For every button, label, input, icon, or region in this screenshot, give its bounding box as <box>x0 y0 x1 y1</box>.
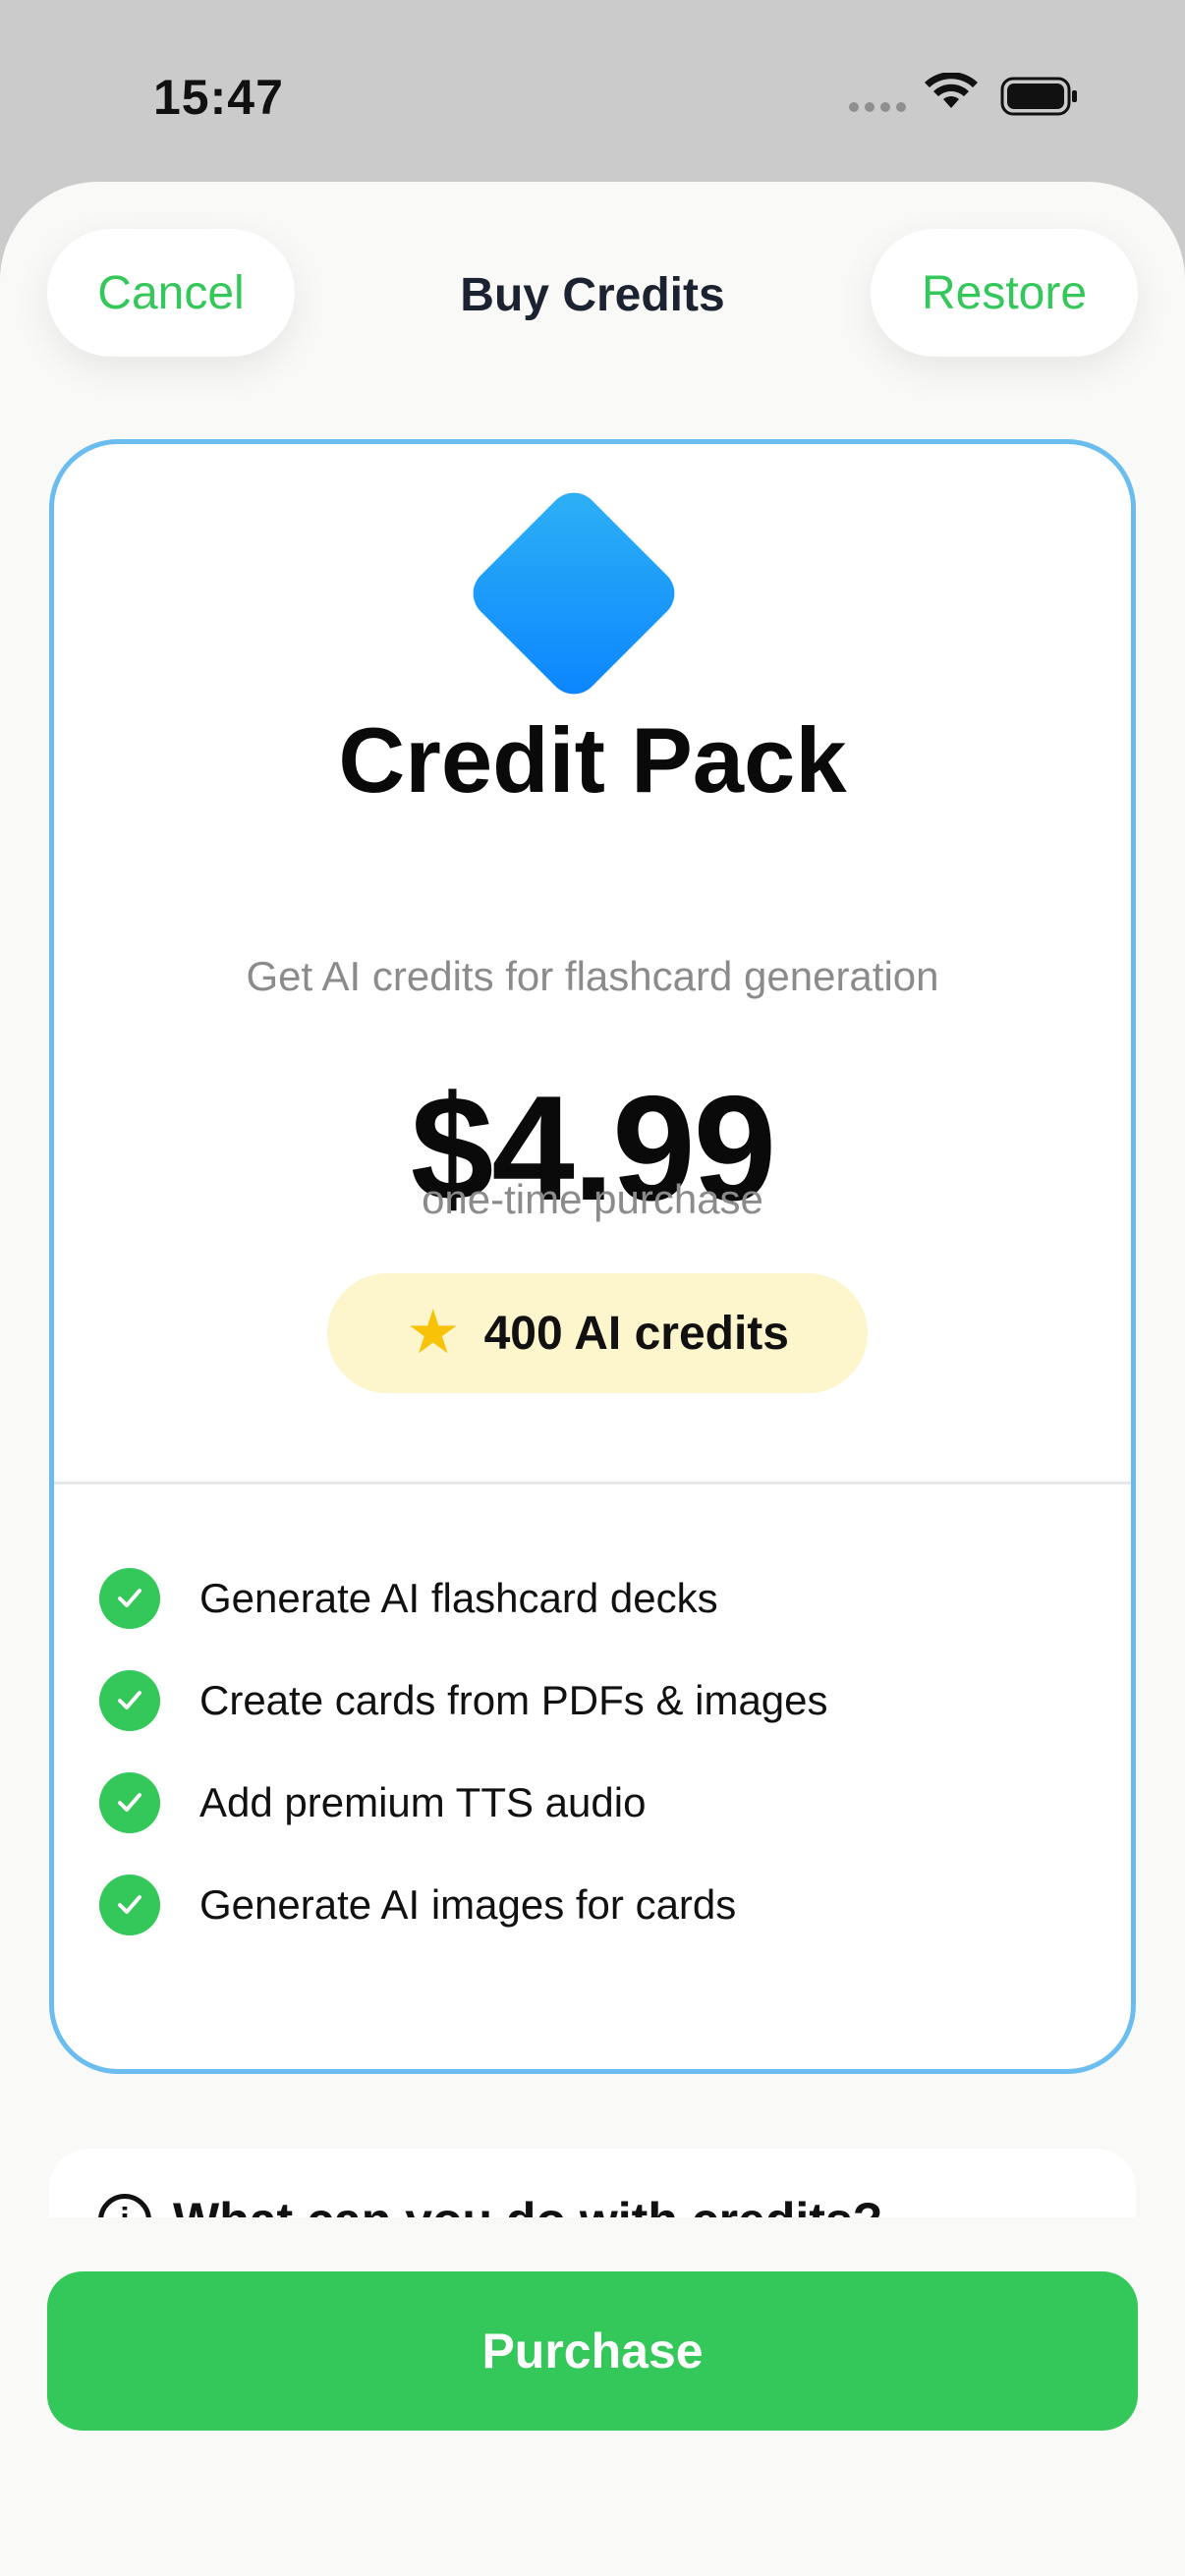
signal-dots-icon <box>849 102 906 112</box>
diamond-icon <box>462 481 686 705</box>
screen: 15:47 Cancel Buy Credits Restore Credit … <box>0 0 1185 2576</box>
wifi-icon <box>925 73 978 108</box>
check-icon <box>99 1670 160 1731</box>
restore-button[interactable]: Restore <box>871 229 1138 357</box>
feature-label: Create cards from PDFs & images <box>199 1677 828 1723</box>
credit-pack-card: Credit Pack Get AI credits for flashcard… <box>49 439 1136 2074</box>
feature-label: Add premium TTS audio <box>199 1779 647 1825</box>
price-note: one-time purchase <box>422 1176 763 1222</box>
divider <box>54 1482 1131 1484</box>
feature-item: Generate AI images for cards <box>99 1871 736 1939</box>
check-icon <box>99 1772 160 1833</box>
feature-label: Generate AI images for cards <box>199 1881 737 1928</box>
feature-label: Generate AI flashcard decks <box>199 1575 718 1621</box>
status-time: 15:47 <box>153 70 284 125</box>
star-icon: ★ <box>406 1299 461 1367</box>
status-bar: 15:47 <box>0 0 1185 182</box>
pack-title: Credit Pack <box>338 708 847 812</box>
feature-item: Add premium TTS audio <box>99 1768 646 1837</box>
check-icon <box>99 1875 160 1935</box>
credits-label: 400 AI credits <box>483 1307 789 1360</box>
credits-badge: ★ 400 AI credits <box>327 1273 868 1393</box>
feature-item: Create cards from PDFs & images <box>99 1666 828 1735</box>
battery-icon <box>1000 77 1077 116</box>
check-icon <box>99 1568 160 1629</box>
pack-subtitle: Get AI credits for flashcard generation <box>246 953 939 999</box>
purchase-sheet: Cancel Buy Credits Restore Credit Pack G… <box>0 182 1185 2576</box>
purchase-button[interactable]: Purchase <box>47 2271 1138 2431</box>
feature-item: Generate AI flashcard decks <box>99 1564 718 1633</box>
